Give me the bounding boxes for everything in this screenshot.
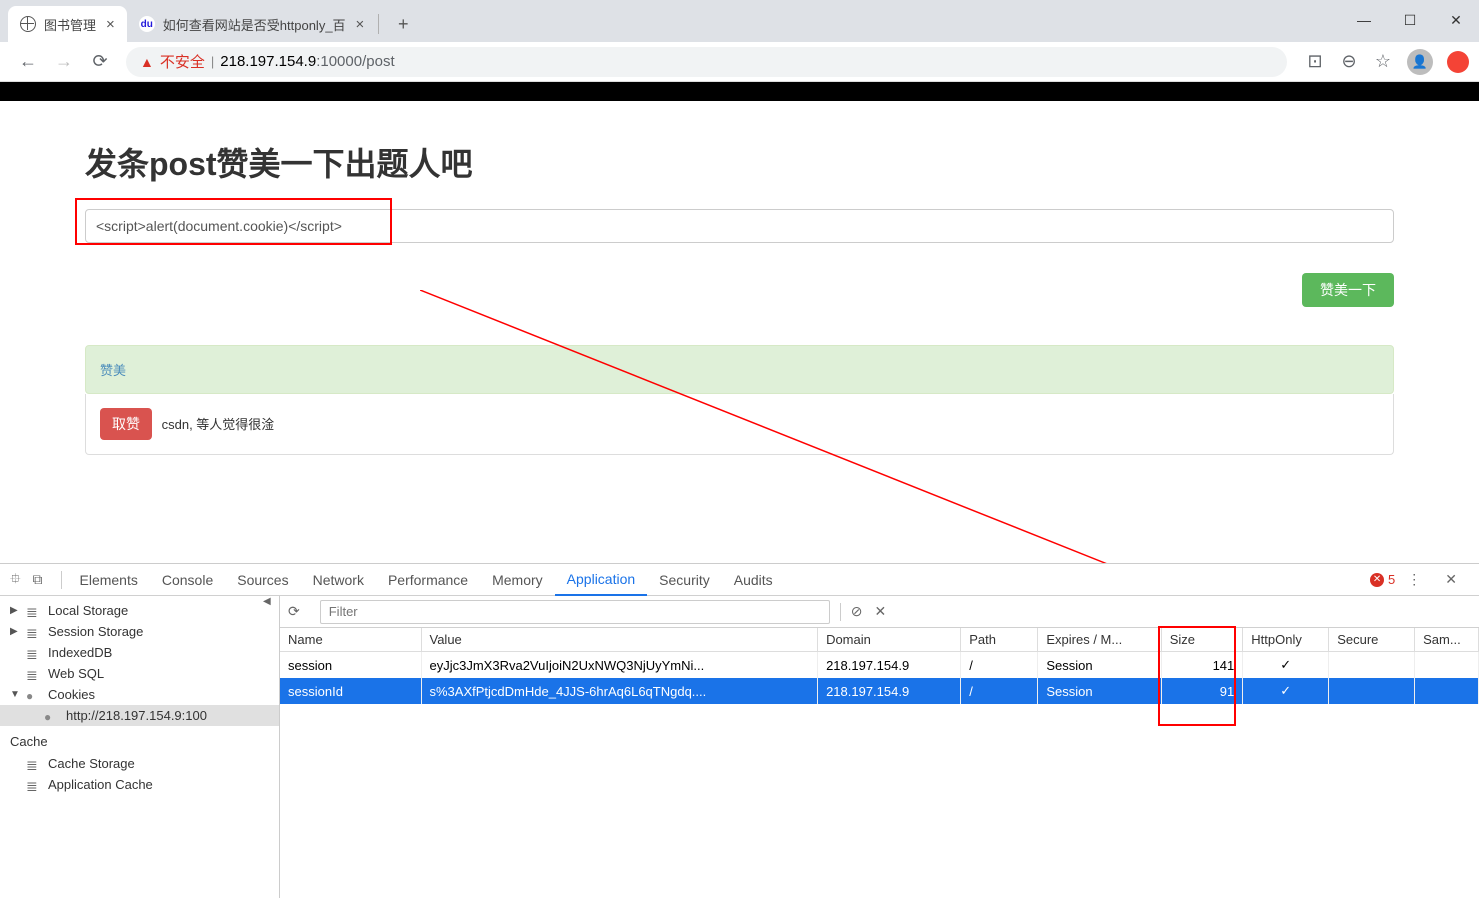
close-window-button[interactable]: ✕ [1433, 5, 1479, 35]
refresh-icon[interactable]: ⟳ [288, 603, 300, 620]
toolbar-icons: ⊡ ⊖ ☆ 👤 [1305, 49, 1469, 75]
tab-security[interactable]: Security [647, 564, 722, 596]
address-bar: ← → ⟳ ▲ 不安全 | 218.197.154.9:10000/post ⊡… [0, 42, 1479, 82]
sidebar-item-indexeddb[interactable]: IndexedDB [0, 642, 279, 663]
sidebar-item-cookies[interactable]: ▼Cookies [0, 684, 279, 705]
device-toggle-icon[interactable]: ⧉ [33, 571, 43, 588]
reload-button[interactable]: ⟳ [82, 44, 118, 80]
block-icon[interactable]: ⊘ [851, 603, 863, 620]
separator [840, 603, 841, 621]
star-icon[interactable]: ☆ [1373, 52, 1393, 72]
close-tab-icon[interactable]: × [106, 16, 115, 33]
col-samesite[interactable]: Sam... [1415, 628, 1479, 652]
panel-text: csdn, 等人觉得很淦 [162, 417, 275, 432]
col-path[interactable]: Path [961, 628, 1038, 652]
clear-icon[interactable]: ✕ [874, 603, 886, 620]
back-button[interactable]: ← [10, 44, 46, 80]
alert-success: 赞美 [85, 345, 1394, 394]
tab-network[interactable]: Network [301, 564, 376, 596]
submit-button[interactable]: 赞美一下 [1302, 273, 1394, 307]
url-text: 218.197.154.9:10000/post [220, 53, 394, 70]
window-controls: — ☐ ✕ [1341, 0, 1479, 40]
minimize-button[interactable]: — [1341, 5, 1387, 35]
sidebar-item-cookie-url[interactable]: http://218.197.154.9:100 [0, 705, 279, 726]
sidebar-item-websql[interactable]: Web SQL [0, 663, 279, 684]
col-domain[interactable]: Domain [818, 628, 961, 652]
tab-audits[interactable]: Audits [722, 564, 785, 596]
tab-memory[interactable]: Memory [480, 564, 555, 596]
nav-bar [0, 82, 1479, 101]
table-row[interactable]: session eyJjc3JmX3Rva2VuIjoiN2UxNWQ3NjUy… [280, 652, 1479, 679]
tab-sources[interactable]: Sources [225, 564, 300, 596]
table-row[interactable]: sessionId s%3AXfPtjcdDmHde_4JJS-6hrAq6L6… [280, 678, 1479, 704]
inspect-icon[interactable]: ⯐ [10, 568, 21, 592]
error-count[interactable]: ✕5 [1370, 572, 1395, 587]
page-content: 发条post赞美一下出题人吧 赞美一下 赞美 取赞 csdn, 等人觉得很淦 [0, 82, 1479, 455]
resize-icon[interactable]: ◀ [263, 596, 279, 612]
cookies-table: Name Value Domain Path Expires / M... Si… [280, 628, 1479, 704]
col-httponly[interactable]: HttpOnly [1243, 628, 1329, 652]
close-tab-icon[interactable]: × [356, 16, 365, 33]
new-tab-button[interactable]: + [389, 10, 417, 38]
maximize-button[interactable]: ☐ [1387, 5, 1433, 35]
col-name[interactable]: Name [280, 628, 421, 652]
url-input[interactable]: ▲ 不安全 | 218.197.154.9:10000/post [126, 47, 1287, 77]
cancel-button[interactable]: 取赞 [100, 408, 152, 440]
panel-body: 取赞 csdn, 等人觉得很淦 [85, 394, 1394, 455]
devtools-panel: ⯐ ⧉ Elements Console Sources Network Per… [0, 563, 1479, 898]
browser-tab-bar: 图书管理 × du 如何查看网站是否受httponly_百 × + [0, 0, 1479, 42]
alert-link[interactable]: 赞美 [100, 363, 126, 378]
tab-application[interactable]: Application [555, 564, 648, 596]
separator [61, 571, 62, 589]
tab-performance[interactable]: Performance [376, 564, 480, 596]
more-icon[interactable]: ⋮ [1407, 571, 1421, 588]
post-input[interactable] [85, 209, 1394, 243]
sidebar-item-local-storage[interactable]: ▶Local Storage [0, 600, 279, 621]
col-size[interactable]: Size [1161, 628, 1243, 652]
filter-bar: ⟳ ⊘ ✕ [280, 596, 1479, 628]
tab-book-management[interactable]: 图书管理 × [8, 6, 127, 42]
tab-separator [378, 14, 379, 34]
globe-icon [20, 16, 36, 32]
tab-baidu-httponly[interactable]: du 如何查看网站是否受httponly_百 × [127, 6, 377, 42]
col-secure[interactable]: Secure [1329, 628, 1415, 652]
tab-title: 图书管理 [44, 15, 96, 34]
zoom-out-icon[interactable]: ⊖ [1339, 52, 1359, 72]
tab-elements[interactable]: Elements [68, 564, 150, 596]
profile-icon[interactable]: 👤 [1407, 49, 1433, 75]
unsafe-label: 不安全 [160, 51, 205, 72]
forward-button[interactable]: → [46, 44, 82, 80]
tab-console[interactable]: Console [150, 564, 225, 596]
tab-title: 如何查看网站是否受httponly_百 [163, 15, 346, 34]
url-separator: | [211, 54, 214, 69]
page-title: 发条post赞美一下出题人吧 [85, 139, 1394, 185]
sidebar-heading-cache: Cache [0, 726, 279, 753]
table-header-row: Name Value Domain Path Expires / M... Si… [280, 628, 1479, 652]
translate-icon[interactable]: ⊡ [1305, 52, 1325, 72]
close-devtools-icon[interactable]: ✕ [1445, 571, 1457, 588]
devtools-sidebar: ◀ ▶Local Storage ▶Session Storage Indexe… [0, 596, 280, 898]
devtools-main: ⟳ ⊘ ✕ Name Value Domain Path [280, 596, 1479, 898]
devtools-tabs: ⯐ ⧉ Elements Console Sources Network Per… [0, 564, 1479, 596]
col-value[interactable]: Value [421, 628, 818, 652]
sidebar-item-cache-storage[interactable]: Cache Storage [0, 753, 279, 774]
warning-icon: ▲ [140, 54, 154, 70]
sidebar-item-session-storage[interactable]: ▶Session Storage [0, 621, 279, 642]
sidebar-item-app-cache[interactable]: Application Cache [0, 774, 279, 795]
col-expires[interactable]: Expires / M... [1038, 628, 1161, 652]
baidu-icon: du [139, 16, 155, 32]
filter-input[interactable] [320, 600, 830, 624]
extension-badge-icon[interactable] [1447, 51, 1469, 73]
